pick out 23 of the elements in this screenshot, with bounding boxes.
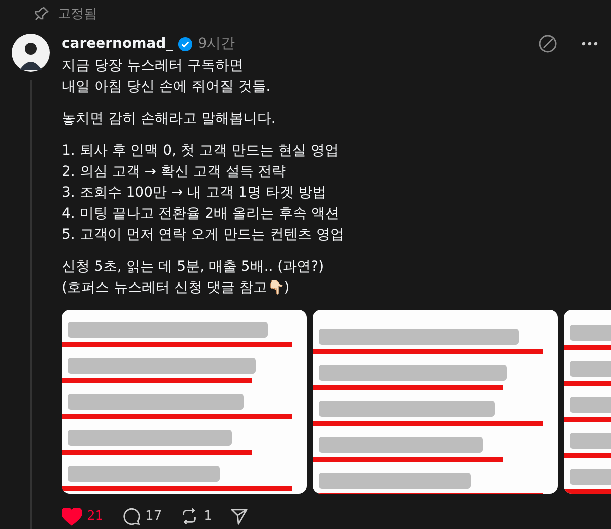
post-text: 놓치면 감히 손해라고 말해봅니다. (62, 110, 277, 129)
username[interactable]: careernomad_ (62, 36, 174, 52)
pin-icon (34, 6, 50, 22)
avatar[interactable] (12, 34, 50, 72)
post-text: 2. 의심 고객 → 확신 고객 설득 전략 (62, 163, 288, 182)
post-text: 3. 조회수 100만 → 내 고객 1명 타겟 방법 (62, 184, 328, 203)
repost-button[interactable]: 1 (180, 507, 212, 526)
post-text: 1. 퇴사 후 인맥 0, 첫 고객 만드는 현실 영업 (62, 142, 340, 161)
more-icon[interactable] (581, 41, 599, 47)
pinned-label: 고정됨 (58, 6, 97, 23)
comment-icon (122, 507, 141, 526)
post-time: 9시간 (198, 35, 236, 53)
heart-icon (62, 508, 82, 526)
send-icon (230, 507, 250, 526)
post-text: 신청 5초, 읽는 데 5분, 매출 5배.. (과연?) (62, 258, 326, 277)
share-button[interactable] (230, 507, 250, 526)
post-text: 지금 당장 뉴스레터 구독하면 (62, 57, 244, 76)
post-text: (호퍼스 뉴스레터 신청 댓글 참고👇🏻) (62, 279, 291, 298)
comment-button[interactable]: 17 (122, 507, 162, 526)
post-text: 4. 미팅 끝나고 전환율 2배 올리는 후속 액션 (62, 205, 340, 224)
like-button[interactable]: 21 (62, 508, 104, 526)
post-text: 5. 고객이 먼저 연락 오게 만드는 컨텐츠 영업 (62, 226, 346, 245)
post-text: 내일 아침 당신 손에 쥐어질 것들. (62, 78, 272, 97)
